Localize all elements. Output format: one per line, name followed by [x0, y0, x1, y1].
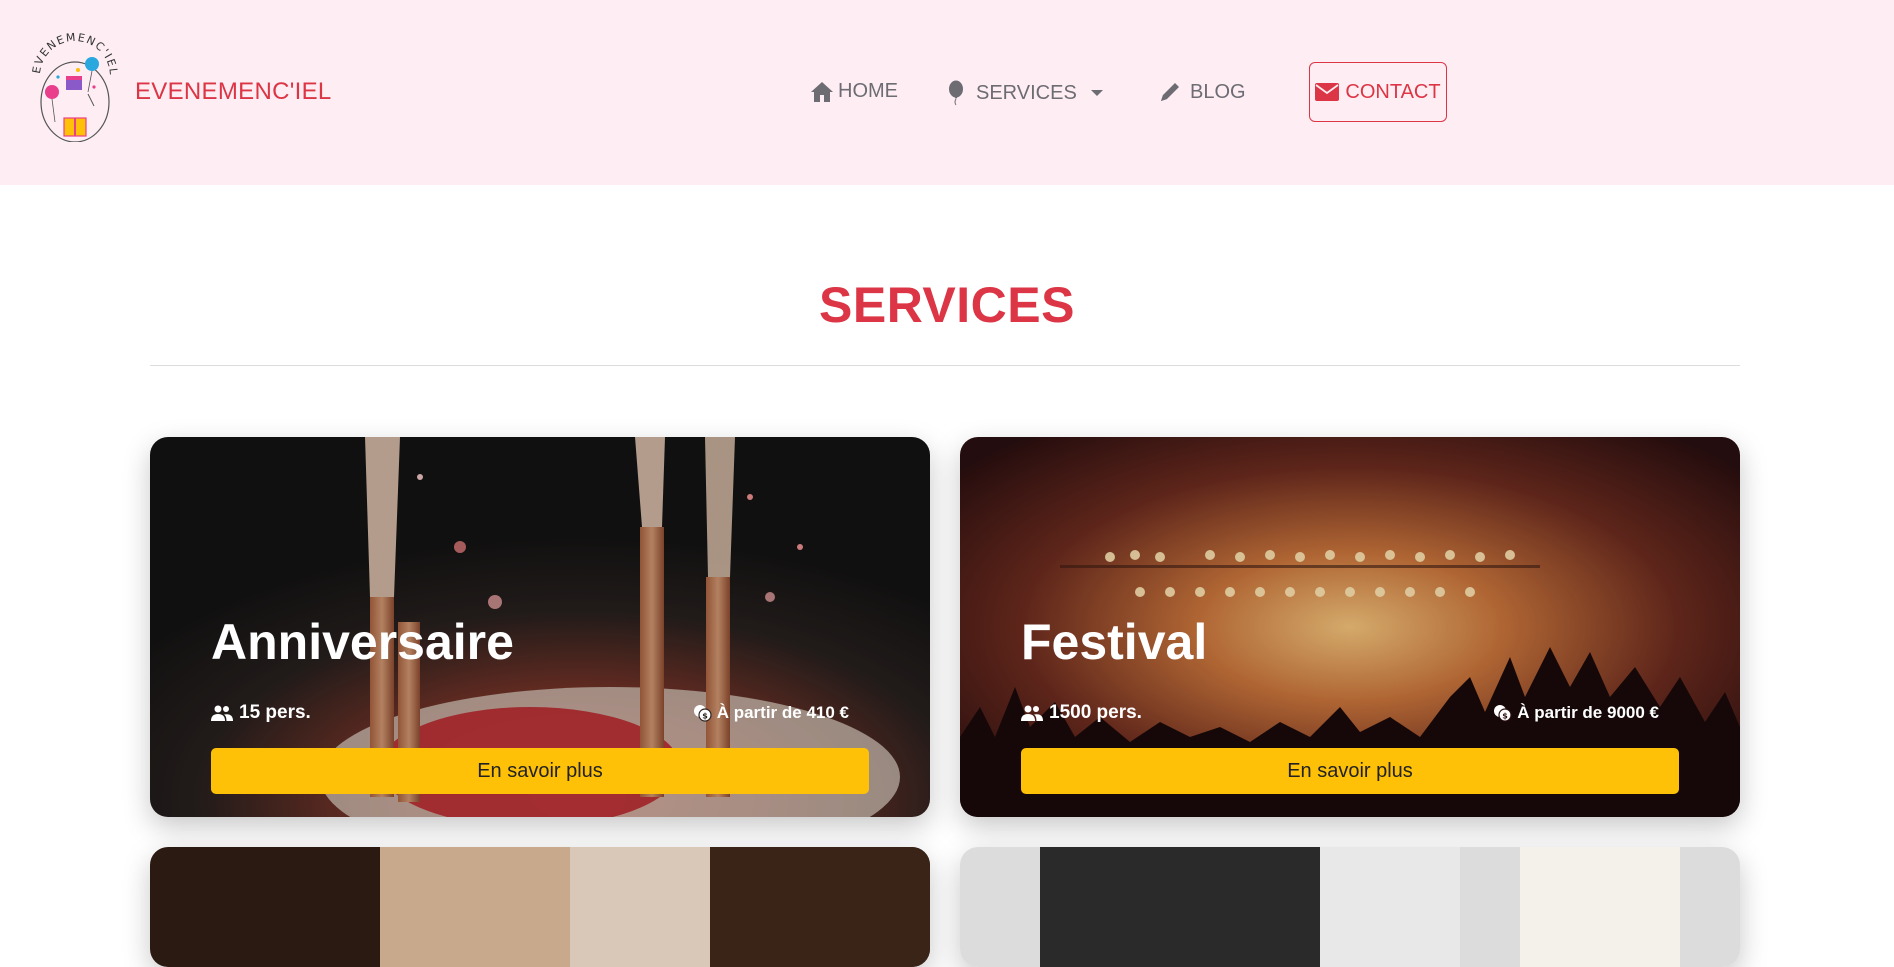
coins-icon: $	[693, 705, 712, 722]
learn-more-button[interactable]: En savoir plus	[1021, 748, 1679, 794]
chevron-down-icon	[1090, 90, 1103, 96]
service-card-festival: Festival 1500 pers. $ À partir de 9000 €…	[960, 437, 1740, 817]
users-icon	[1021, 705, 1043, 721]
nav-services-label: SERVICES	[976, 81, 1077, 104]
svg-text:$: $	[702, 712, 708, 721]
coins-icon: $	[1494, 705, 1512, 722]
card-capacity: 1500 pers.	[1021, 702, 1142, 724]
navbar: EVENEMENC'IEL EVENEMENC'IEL HOME SERVICE…	[0, 0, 1894, 185]
card-price-label: À partir de 9000 €	[1517, 703, 1659, 722]
nav-blog-label: BLOG	[1190, 80, 1246, 103]
card-capacity: 15 pers.	[211, 702, 311, 724]
contact-button[interactable]: CONTACT	[1309, 62, 1447, 122]
home-icon	[811, 81, 833, 102]
svg-text:EVENEMENC'IEL: EVENEMENC'IEL	[30, 32, 120, 76]
card-title: Anniversaire	[211, 614, 514, 670]
nav-blog[interactable]: BLOG	[1158, 80, 1246, 104]
wedding-couple-image	[960, 847, 1740, 967]
nav-home-label: HOME	[838, 80, 898, 102]
card-capacity-label: 15 pers.	[239, 702, 311, 723]
card-title: Festival	[1021, 614, 1208, 670]
nav-home[interactable]: HOME	[810, 80, 898, 103]
brand-logo[interactable]: EVENEMENC'IEL	[28, 31, 122, 143]
brand-name[interactable]: EVENEMENC'IEL	[135, 78, 332, 106]
card-price: $ À partir de 410 €	[693, 703, 849, 723]
card-capacity-label: 1500 pers.	[1049, 702, 1142, 723]
learn-more-button[interactable]: En savoir plus	[211, 748, 869, 794]
service-card-partial	[150, 847, 930, 967]
card-price: $ À partir de 9000 €	[1493, 703, 1659, 723]
section-divider	[150, 365, 1740, 366]
nav-services-dropdown[interactable]: SERVICES	[946, 80, 1103, 106]
contact-label: CONTACT	[1345, 80, 1441, 103]
svg-text:$: $	[1502, 712, 1508, 721]
page-title: SERVICES	[819, 277, 1075, 333]
users-icon	[211, 705, 233, 721]
envelope-icon	[1315, 83, 1340, 101]
card-price-label: À partir de 410 €	[716, 703, 849, 722]
wedding-image	[150, 847, 930, 967]
service-card-anniversaire: Anniversaire 15 pers. $ À partir de 410 …	[150, 437, 930, 817]
balloon-icon	[949, 80, 963, 106]
pencil-icon	[1161, 83, 1179, 101]
service-card-partial	[960, 847, 1740, 967]
